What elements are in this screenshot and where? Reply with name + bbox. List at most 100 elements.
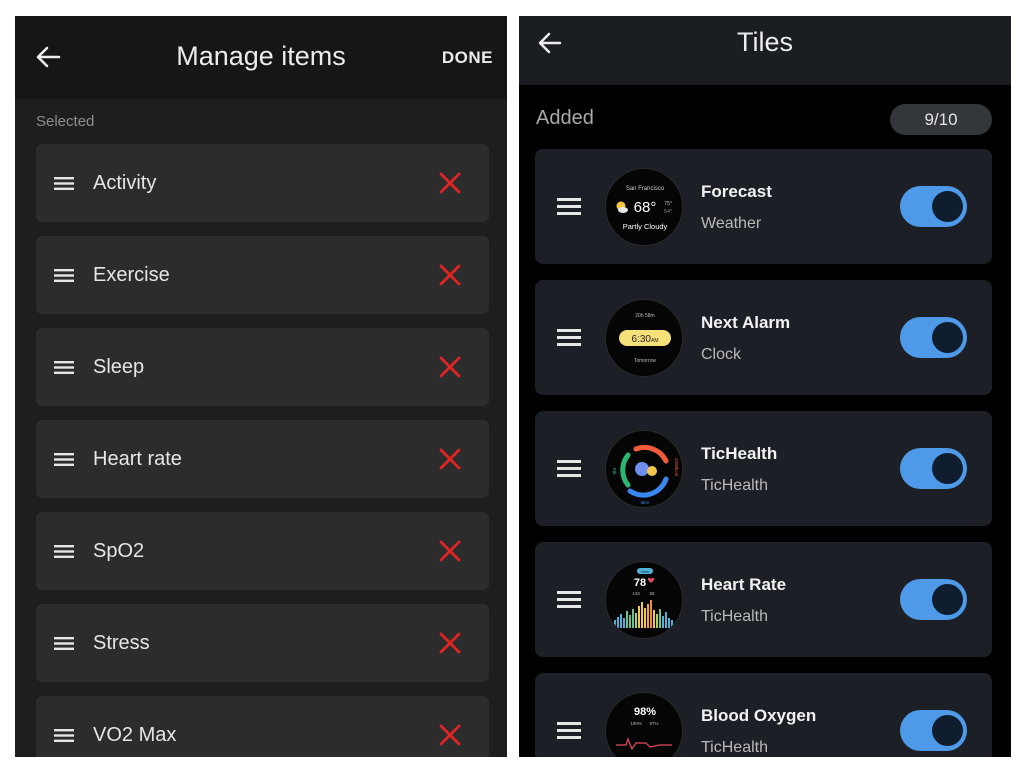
preview-condition: Partly Cloudy bbox=[623, 222, 668, 231]
alarm-tile-preview: 20h 58m 6:30AM Tomorrow bbox=[605, 299, 683, 377]
drag-handle-icon[interactable] bbox=[557, 329, 581, 346]
tile-count-badge: 9/10 bbox=[890, 104, 992, 135]
done-button[interactable]: DONE bbox=[442, 48, 493, 68]
preview-low: 54° bbox=[664, 209, 672, 215]
item-label: Sleep bbox=[93, 356, 145, 378]
preview-bpm: 78 bbox=[634, 577, 646, 589]
tile-name: Heart Rate bbox=[701, 575, 787, 594]
avatar-icon bbox=[635, 462, 649, 476]
drag-handle-icon[interactable] bbox=[54, 729, 74, 742]
tile-name: Forecast bbox=[701, 182, 772, 201]
page-title: Tiles bbox=[736, 27, 793, 57]
drag-handle-icon[interactable] bbox=[54, 177, 74, 190]
tile-name: TicHealth bbox=[701, 444, 778, 463]
close-x-icon[interactable] bbox=[439, 724, 461, 746]
item-label: Heart rate bbox=[93, 448, 182, 470]
manage-items-screen: Manage items DONE Selected Activity Exer… bbox=[15, 16, 507, 757]
close-x-icon[interactable] bbox=[439, 540, 461, 562]
drag-handle-icon[interactable] bbox=[557, 591, 581, 608]
preview-high: 75° bbox=[664, 201, 672, 207]
heart-rate-histogram bbox=[614, 600, 673, 628]
close-x-icon[interactable] bbox=[439, 172, 461, 194]
tile-card-tichealth[interactable]: 8hr 2200kcal 5km TicHealth TicHealth bbox=[535, 411, 992, 526]
tiles-screen: Tiles Added 9/10 San Francisco 68° 75° 5… bbox=[519, 16, 1011, 757]
item-label: Exercise bbox=[93, 264, 170, 286]
blood-oxygen-tile-preview: 98% 100% 97% bbox=[605, 692, 683, 757]
section-label-added: Added bbox=[536, 107, 594, 129]
preview-alarm-time: 6:30 bbox=[632, 334, 652, 345]
preview-spo2: 98% bbox=[634, 706, 656, 718]
heart-rate-tile-preview: Now 78 143 58 bbox=[605, 561, 683, 639]
drag-handle-icon[interactable] bbox=[54, 545, 74, 558]
list-item-stress[interactable]: Stress bbox=[36, 604, 489, 682]
preview-countdown: 20h 58m bbox=[635, 313, 654, 319]
drag-handle-icon[interactable] bbox=[557, 460, 581, 477]
list-item-sleep[interactable]: Sleep bbox=[36, 328, 489, 406]
preview-max: 143 bbox=[632, 591, 640, 596]
tile-subtitle: Clock bbox=[701, 346, 742, 363]
preview-min: 97% bbox=[649, 721, 658, 726]
preview-city: San Francisco bbox=[626, 186, 665, 192]
preview-calories: 2200kcal bbox=[674, 458, 679, 476]
drag-handle-icon[interactable] bbox=[54, 637, 74, 650]
list-item-vo2-max[interactable]: VO2 Max bbox=[36, 696, 489, 757]
tile-toggle-blood-oxygen[interactable] bbox=[900, 710, 967, 751]
tile-card-blood-oxygen[interactable]: 98% 100% 97% Blood Oxygen TicHealth bbox=[535, 673, 992, 757]
tile-toggle-tichealth[interactable] bbox=[900, 448, 967, 489]
toggle-knob bbox=[932, 715, 963, 746]
tile-card-next-alarm[interactable]: 20h 58m 6:30AM Tomorrow Next Alarm Clock bbox=[535, 280, 992, 395]
tile-toggle-next-alarm[interactable] bbox=[900, 317, 967, 358]
toggle-knob bbox=[932, 584, 963, 615]
tile-card-heart-rate[interactable]: Now 78 143 58 Heart Rate TicHealth bbox=[535, 542, 992, 657]
drag-handle-icon[interactable] bbox=[54, 453, 74, 466]
preview-max: 100% bbox=[630, 721, 642, 726]
preview-ampm: AM bbox=[651, 338, 659, 344]
preview-temp: 68° bbox=[634, 199, 657, 216]
drag-handle-icon[interactable] bbox=[54, 361, 74, 374]
toggle-knob bbox=[932, 191, 963, 222]
item-label: Activity bbox=[93, 172, 157, 194]
forecast-tile-preview: San Francisco 68° 75° 54° Partly Cloudy bbox=[605, 168, 683, 246]
tile-subtitle: Weather bbox=[701, 215, 762, 232]
drag-handle-icon[interactable] bbox=[54, 269, 74, 282]
tile-name: Next Alarm bbox=[701, 313, 791, 332]
tile-subtitle: TicHealth bbox=[701, 739, 768, 756]
list-item-heart-rate[interactable]: Heart rate bbox=[36, 420, 489, 498]
preview-sleep: 8hr bbox=[612, 467, 617, 474]
item-label: VO2 Max bbox=[93, 724, 177, 746]
close-x-icon[interactable] bbox=[439, 356, 461, 378]
close-x-icon[interactable] bbox=[439, 448, 461, 470]
partly-cloudy-icon bbox=[616, 201, 628, 213]
tiles-app-bar: Tiles bbox=[519, 16, 1011, 85]
item-label: SpO2 bbox=[93, 540, 145, 562]
calorie-ring bbox=[633, 444, 669, 464]
list-item-activity[interactable]: Activity bbox=[36, 144, 489, 222]
preview-pill-label: Now bbox=[641, 569, 649, 574]
tichealth-tile-preview: 8hr 2200kcal 5km bbox=[605, 430, 683, 508]
emoji-icon bbox=[647, 466, 657, 476]
tile-subtitle: TicHealth bbox=[701, 477, 768, 494]
tile-toggle-heart-rate[interactable] bbox=[900, 579, 967, 620]
toggle-knob bbox=[932, 322, 963, 353]
tile-card-forecast[interactable]: San Francisco 68° 75° 54° Partly Cloudy … bbox=[535, 149, 992, 264]
preview-min: 58 bbox=[649, 591, 655, 596]
list-item-exercise[interactable]: Exercise bbox=[36, 236, 489, 314]
preview-day: Tomorrow bbox=[634, 358, 656, 364]
close-x-icon[interactable] bbox=[439, 264, 461, 286]
tile-subtitle: TicHealth bbox=[701, 608, 768, 625]
page-title: Manage items bbox=[176, 41, 346, 71]
oxygen-graph bbox=[616, 737, 672, 751]
tile-name: Blood Oxygen bbox=[701, 706, 817, 725]
tile-toggle-forecast[interactable] bbox=[900, 186, 967, 227]
distance-ring bbox=[627, 476, 669, 498]
drag-handle-icon[interactable] bbox=[557, 198, 581, 215]
drag-handle-icon[interactable] bbox=[557, 722, 581, 739]
item-label: Stress bbox=[93, 632, 150, 654]
section-label-selected: Selected bbox=[36, 113, 95, 130]
close-x-icon[interactable] bbox=[439, 632, 461, 654]
manage-items-app-bar: Manage items DONE bbox=[15, 16, 507, 99]
list-item-spo2[interactable]: SpO2 bbox=[36, 512, 489, 590]
heart-icon bbox=[647, 577, 655, 583]
sleep-ring bbox=[620, 452, 631, 488]
toggle-knob bbox=[932, 453, 963, 484]
